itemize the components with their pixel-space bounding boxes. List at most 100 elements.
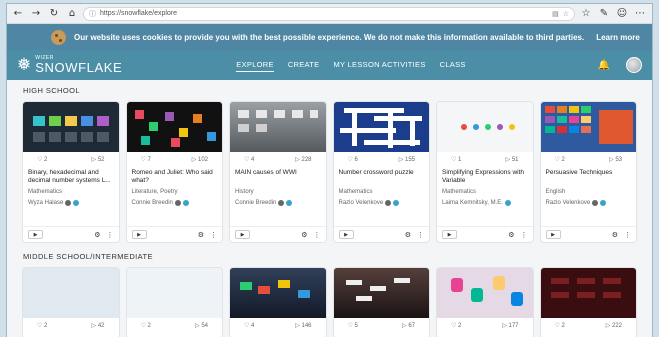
plays-count: ▷ 53	[609, 157, 622, 163]
nav-class[interactable]: CLASS	[440, 58, 466, 72]
card-title[interactable]: Romeo and Juliet: Who said what?	[127, 163, 223, 188]
gear-icon[interactable]: ⚙	[612, 231, 618, 239]
activity-card[interactable]: ♡ 7 ▷ 102 Romeo and Juliet: Who said what…	[126, 102, 223, 242]
activity-card[interactable]: ♡ 2 ▷ 54	[126, 268, 222, 337]
gear-icon[interactable]: ⚙	[301, 231, 307, 239]
card-author[interactable]: Wyza Halase	[23, 195, 119, 206]
forward-arrow-icon[interactable]: →	[29, 7, 43, 21]
verified-icon	[393, 200, 400, 206]
activity-thumbnail[interactable]	[230, 102, 326, 152]
cookie-banner: Our website uses cookies to provide you …	[7, 24, 652, 50]
gear-icon[interactable]: ⚙	[198, 231, 204, 239]
plays-count: ▷ 102	[191, 157, 208, 163]
plays-count: ▷ 222	[605, 323, 622, 329]
pen-icon[interactable]: ✎	[597, 7, 611, 21]
activity-card[interactable]: ♡ 2 ▷ 222	[540, 268, 636, 337]
more-options-icon[interactable]: ⋮	[624, 231, 631, 239]
likes-count: ♡ 2	[451, 323, 462, 329]
likes-count: ♡ 2	[554, 157, 565, 163]
plays-count: ▷ 52	[91, 157, 105, 163]
activity-card[interactable]: ♡ 4 ▷ 228 MAIN causes of WWI History Conn…	[230, 102, 326, 242]
nav-my-lesson-activities[interactable]: MY LESSON ACTIVITIES	[333, 58, 425, 72]
activity-thumbnail[interactable]	[126, 268, 222, 318]
activity-thumbnail[interactable]	[540, 102, 636, 152]
more-options-icon[interactable]: ⋮	[314, 231, 321, 239]
card-author[interactable]: Laima Kemnitsky, M.E.	[437, 195, 533, 206]
more-options-icon[interactable]: ⋮	[417, 231, 424, 239]
menu-icon[interactable]: ⋯	[633, 7, 647, 21]
play-button[interactable]: ▶	[131, 230, 147, 239]
activity-thumbnail[interactable]	[230, 268, 326, 318]
play-button[interactable]: ▶	[545, 230, 561, 239]
card-subject: Mathematics	[338, 189, 373, 195]
card-author[interactable]: Razlo Velenkove	[541, 195, 637, 206]
activity-thumbnail[interactable]	[437, 268, 533, 318]
activity-thumbnail[interactable]	[333, 268, 429, 318]
play-button[interactable]: ▶	[338, 230, 354, 239]
card-subject: Mathematics	[28, 189, 63, 195]
card-title[interactable]: Persuasive Techniques	[541, 163, 637, 188]
card-author[interactable]: Connie Breedin	[127, 195, 223, 206]
learn-more-link[interactable]: Learn more	[596, 33, 640, 42]
card-author[interactable]: Connie Breedin	[230, 195, 326, 206]
extensions-icon[interactable]: ☆	[579, 7, 593, 21]
author-badge-icon	[174, 200, 181, 206]
back-arrow-icon[interactable]: ←	[11, 7, 25, 21]
activity-card[interactable]: ♡ 1 ▷ 51 Simplifying Expressions with Var…	[437, 102, 533, 242]
profile-icon[interactable]: ☺	[615, 7, 629, 21]
activity-card[interactable]: ♡ 2 ▷ 53 Persuasive Techniques English Ra…	[540, 102, 637, 242]
more-options-icon[interactable]: ⋮	[521, 231, 528, 239]
verified-icon	[73, 200, 80, 206]
section-title-middle-school: MIDDLE SCHOOL/INTERMEDIATE	[23, 252, 153, 261]
activity-thumbnail[interactable]	[333, 102, 429, 152]
verified-icon	[600, 200, 607, 206]
more-options-icon[interactable]: ⋮	[107, 231, 114, 239]
star-icon[interactable]: ☆	[563, 10, 569, 18]
plays-count: ▷ 51	[505, 157, 519, 163]
likes-count: ♡ 7	[140, 157, 151, 163]
activity-thumbnail[interactable]	[540, 268, 636, 318]
bell-icon[interactable]: 🔔	[598, 60, 610, 71]
activity-card[interactable]: ♡ 2 ▷ 42	[23, 268, 119, 337]
url-text: https://snowflake/explore	[100, 10, 178, 17]
play-button[interactable]: ▶	[235, 230, 250, 239]
refresh-icon[interactable]: ↻	[47, 7, 61, 21]
activity-card[interactable]: ♡ 6 ▷ 155 Number crossword puzzle Mathema…	[333, 102, 430, 242]
logo[interactable]: ❅ WIZER SNOWFLAKE	[17, 56, 122, 75]
activity-thumbnail[interactable]	[437, 102, 533, 152]
author-badge-icon	[65, 200, 72, 206]
likes-count: ♡ 6	[347, 157, 358, 163]
activity-card[interactable]: ♡ 2 ▷ 177	[437, 268, 533, 337]
gear-icon[interactable]: ⚙	[405, 231, 411, 239]
activity-card[interactable]: ♡ 5 ▷ 67	[333, 268, 429, 337]
card-title[interactable]: Binary, hexadecimal and decimal number s…	[23, 163, 119, 188]
page-info-icon[interactable]: ⓘ	[89, 9, 96, 19]
gear-icon[interactable]: ⚙	[508, 231, 514, 239]
play-button[interactable]: ▶	[28, 230, 43, 239]
activity-thumbnail[interactable]	[23, 102, 119, 152]
activity-card[interactable]: ♡ 2 ▷ 52 Binary, hexadecimal and decimal …	[23, 102, 119, 242]
activity-thumbnail[interactable]	[23, 268, 119, 318]
main-nav: EXPLORE CREATE MY LESSON ACTIVITIES CLAS…	[236, 58, 465, 72]
card-title[interactable]: Simplifying Expressions with Variable	[437, 163, 533, 188]
card-author[interactable]: Razlo Velenkove	[334, 195, 430, 206]
author-badge-icon	[278, 200, 285, 206]
browser-window: ← → ↻ ⌂ ⓘ https://snowflake/explore ▤ ☆ …	[6, 3, 653, 337]
cookie-icon	[51, 29, 66, 45]
home-icon[interactable]: ⌂	[65, 7, 79, 21]
card-title[interactable]: Number crossword puzzle	[334, 163, 430, 188]
plays-count: ▷ 155	[398, 157, 415, 163]
nav-create[interactable]: CREATE	[288, 58, 320, 72]
gear-icon[interactable]: ⚙	[94, 231, 100, 239]
play-button[interactable]: ▶	[442, 230, 457, 239]
activity-card[interactable]: ♡ 4 ▷ 146	[230, 268, 326, 337]
likes-count: ♡ 2	[37, 323, 48, 329]
reader-icon[interactable]: ▤	[552, 10, 559, 18]
activity-thumbnail[interactable]	[126, 102, 222, 152]
address-bar[interactable]: ⓘ https://snowflake/explore ▤ ☆	[83, 6, 575, 21]
avatar[interactable]	[626, 57, 642, 73]
card-subject: History	[235, 189, 254, 195]
more-options-icon[interactable]: ⋮	[210, 231, 217, 239]
card-title[interactable]: MAIN causes of WWI	[230, 163, 326, 188]
nav-explore[interactable]: EXPLORE	[236, 58, 274, 72]
